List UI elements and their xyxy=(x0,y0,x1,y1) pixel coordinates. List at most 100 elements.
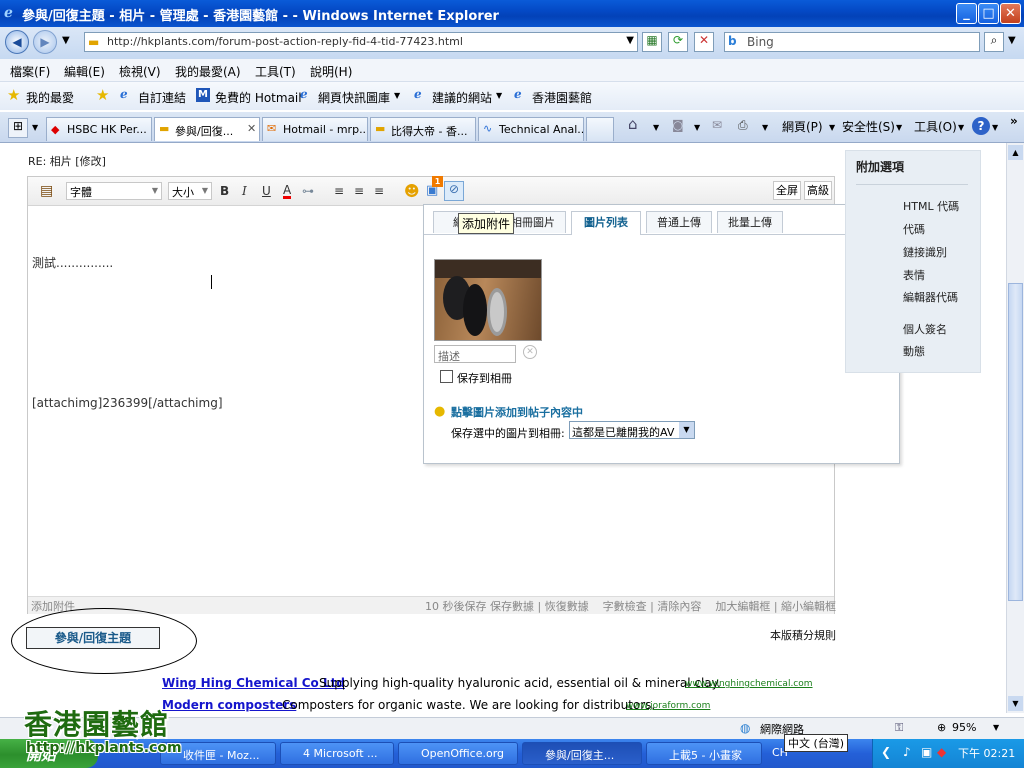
album-select[interactable]: 這都是已離開我的AV ▼ xyxy=(569,421,695,439)
italic-button[interactable]: I xyxy=(242,184,247,198)
add-favorite-icon[interactable]: ★ xyxy=(96,86,109,104)
reply-submit-button[interactable]: 參與/回復主題 xyxy=(26,627,160,649)
tab-batch-upload[interactable]: 批量上傳 xyxy=(717,211,783,233)
close-tab-icon[interactable]: ✕ xyxy=(247,122,256,135)
read-mail-icon[interactable]: ✉ xyxy=(712,118,722,132)
chevron-down-icon[interactable]: ▼ xyxy=(896,123,902,132)
align-left-icon[interactable]: ≡ xyxy=(334,184,344,198)
search-input[interactable]: b Bing xyxy=(724,32,980,52)
chevron-down-icon[interactable]: ▼ xyxy=(653,123,659,132)
option-html[interactable]: HTML 代碼 xyxy=(903,198,959,214)
tools-menu[interactable]: 工具(O) xyxy=(914,118,957,135)
description-input[interactable]: 描述 xyxy=(434,345,516,363)
uploaded-image-thumbnail[interactable] xyxy=(434,259,542,341)
editor-actions[interactable]: 10 秒後保存 保存數據 | 恢復數據 字數檢查 | 清除內容 加大編輯框 | … xyxy=(425,598,836,614)
maximize-button[interactable]: □ xyxy=(978,3,999,24)
smiley-icon[interactable]: ☻ xyxy=(404,182,420,200)
ad-title-link[interactable]: Modern composters xyxy=(162,698,296,712)
chevron-down-icon[interactable]: ▼ xyxy=(829,123,835,132)
address-field[interactable]: ▬ http://hkplants.com/forum-post-action-… xyxy=(84,32,638,52)
option-signature[interactable]: 個人簽名 xyxy=(903,321,947,337)
chevron-down-icon[interactable]: ▼ xyxy=(993,723,999,732)
menu-favorites[interactable]: 我的最愛(A) xyxy=(175,63,241,80)
menu-view[interactable]: 檢視(V) xyxy=(119,63,161,80)
stop-icon[interactable]: ✕ xyxy=(694,32,714,52)
tab-list-dropdown-icon[interactable]: ▼ xyxy=(32,123,38,132)
tab-peter[interactable]: ▬ 比得大帝 - 香... xyxy=(370,117,476,141)
scroll-up-icon[interactable]: ▲ xyxy=(1008,145,1023,160)
tab-hotmail[interactable]: ✉ Hotmail - mrp... xyxy=(262,117,368,141)
task-paint[interactable]: 上載5 - 小畫家 xyxy=(646,742,762,765)
search-button[interactable]: ⌕ xyxy=(984,32,1004,52)
back-button[interactable]: ◀ xyxy=(5,30,29,54)
print-icon[interactable]: ⎙ xyxy=(738,118,748,133)
forum-rules-link[interactable]: 本版積分規則 xyxy=(770,627,836,643)
bold-button[interactable]: B xyxy=(220,184,229,198)
fav-item-suggested-sites[interactable]: 建議的網站 xyxy=(432,89,492,106)
align-right-icon[interactable]: ≡ xyxy=(374,184,384,198)
tab-hsbc[interactable]: ◆ HSBC HK Per... xyxy=(46,117,152,141)
search-options-icon[interactable]: ▼ xyxy=(1008,35,1016,46)
safety-menu[interactable]: 安全性(S) xyxy=(842,118,895,135)
ad-url-link[interactable]: www.joraform.com xyxy=(626,701,710,711)
save-album-checkbox[interactable] xyxy=(440,370,453,383)
tray-antivirus-icon[interactable]: ◆ xyxy=(937,745,946,759)
menu-file[interactable]: 檔案(F) xyxy=(10,63,50,80)
home-icon[interactable]: ⌂ xyxy=(628,115,638,133)
tray-arrow-icon[interactable]: ❮ xyxy=(881,745,891,759)
tab-reply-active[interactable]: ▬ 參與/回復... ✕ xyxy=(154,117,260,141)
fullscreen-button[interactable]: 全屏 xyxy=(773,181,801,200)
fav-item-hkplants[interactable]: 香港園藝館 xyxy=(532,89,592,106)
font-select[interactable]: 字體 ▼ xyxy=(66,182,162,200)
more-tools-icon[interactable]: » xyxy=(1010,114,1018,128)
delete-image-icon[interactable]: ✕ xyxy=(523,345,537,359)
close-button[interactable]: ✕ xyxy=(1000,3,1021,24)
option-link-detect[interactable]: 鏈接識別 xyxy=(903,244,947,260)
tab-image-list[interactable]: 圖片列表 xyxy=(571,211,641,235)
align-center-icon[interactable]: ≡ xyxy=(354,184,364,198)
forward-button[interactable]: ▶ xyxy=(33,30,57,54)
scroll-down-icon[interactable]: ▼ xyxy=(1008,696,1023,711)
text-color-button[interactable]: A xyxy=(283,184,292,199)
help-icon[interactable]: ? xyxy=(972,117,990,135)
menu-edit[interactable]: 編輯(E) xyxy=(64,63,105,80)
tab-normal-upload[interactable]: 普通上傳 xyxy=(646,211,712,233)
ad-url-link[interactable]: www.winghingchemical.com xyxy=(685,679,813,689)
protected-mode-icon[interactable]: ⚿ xyxy=(895,721,903,735)
minimize-button[interactable]: _ xyxy=(956,3,977,24)
link-icon[interactable]: ⊶ xyxy=(302,184,314,198)
chevron-down-icon[interactable]: ▼ xyxy=(394,91,400,100)
chevron-down-icon[interactable]: ▼ xyxy=(694,123,700,132)
scroll-thumb[interactable] xyxy=(1008,283,1023,601)
new-tab-button[interactable] xyxy=(586,117,614,141)
chevron-down-icon[interactable]: ▼ xyxy=(992,123,998,132)
task-ie-active[interactable]: 參與/回復主... xyxy=(522,742,642,765)
size-select[interactable]: 大小 ▼ xyxy=(168,182,212,200)
advanced-button[interactable]: 高級 xyxy=(804,181,832,200)
zoom-level[interactable]: 95% xyxy=(952,721,976,734)
tray-network-icon[interactable]: ▣ xyxy=(921,745,932,759)
option-code[interactable]: 代碼 xyxy=(903,221,925,237)
address-dropdown-icon[interactable]: ▼ xyxy=(626,35,634,46)
paste-icon[interactable]: ▤ xyxy=(40,183,53,199)
tab-technical[interactable]: ∿ Technical Anal... xyxy=(478,117,584,141)
task-office[interactable]: 4 Microsoft ... xyxy=(280,742,394,765)
page-menu[interactable]: 網頁(P) xyxy=(782,118,823,135)
task-openoffice[interactable]: OpenOffice.org xyxy=(398,742,518,765)
fav-item-web-slice-gallery[interactable]: 網頁快訊圖庫 xyxy=(318,89,390,106)
fav-item-custom-links[interactable]: 自訂連結 xyxy=(138,89,186,106)
history-dropdown-icon[interactable]: ▼ xyxy=(62,35,70,46)
quick-tabs-icon[interactable]: ⊞ xyxy=(8,118,28,138)
option-feed[interactable]: 動態 xyxy=(903,343,925,359)
compatibility-view-icon[interactable]: ▦ xyxy=(642,32,662,52)
chevron-down-icon[interactable]: ▼ xyxy=(762,123,768,132)
refresh-icon[interactable]: ⟳ xyxy=(668,32,688,52)
ad-title-link[interactable]: Wing Hing Chemical Co Ltd xyxy=(162,676,345,690)
option-smilies[interactable]: 表情 xyxy=(903,267,925,283)
chevron-down-icon[interactable]: ▼ xyxy=(496,91,502,100)
editor-content[interactable]: 測試............... [attachimg]236399[/att… xyxy=(32,213,223,433)
menu-help[interactable]: 說明(H) xyxy=(310,63,352,80)
vertical-scrollbar[interactable]: ▲ ▼ xyxy=(1006,143,1024,713)
chevron-down-icon[interactable]: ▼ xyxy=(958,123,964,132)
favorites-button[interactable]: 我的最愛 xyxy=(26,89,74,106)
